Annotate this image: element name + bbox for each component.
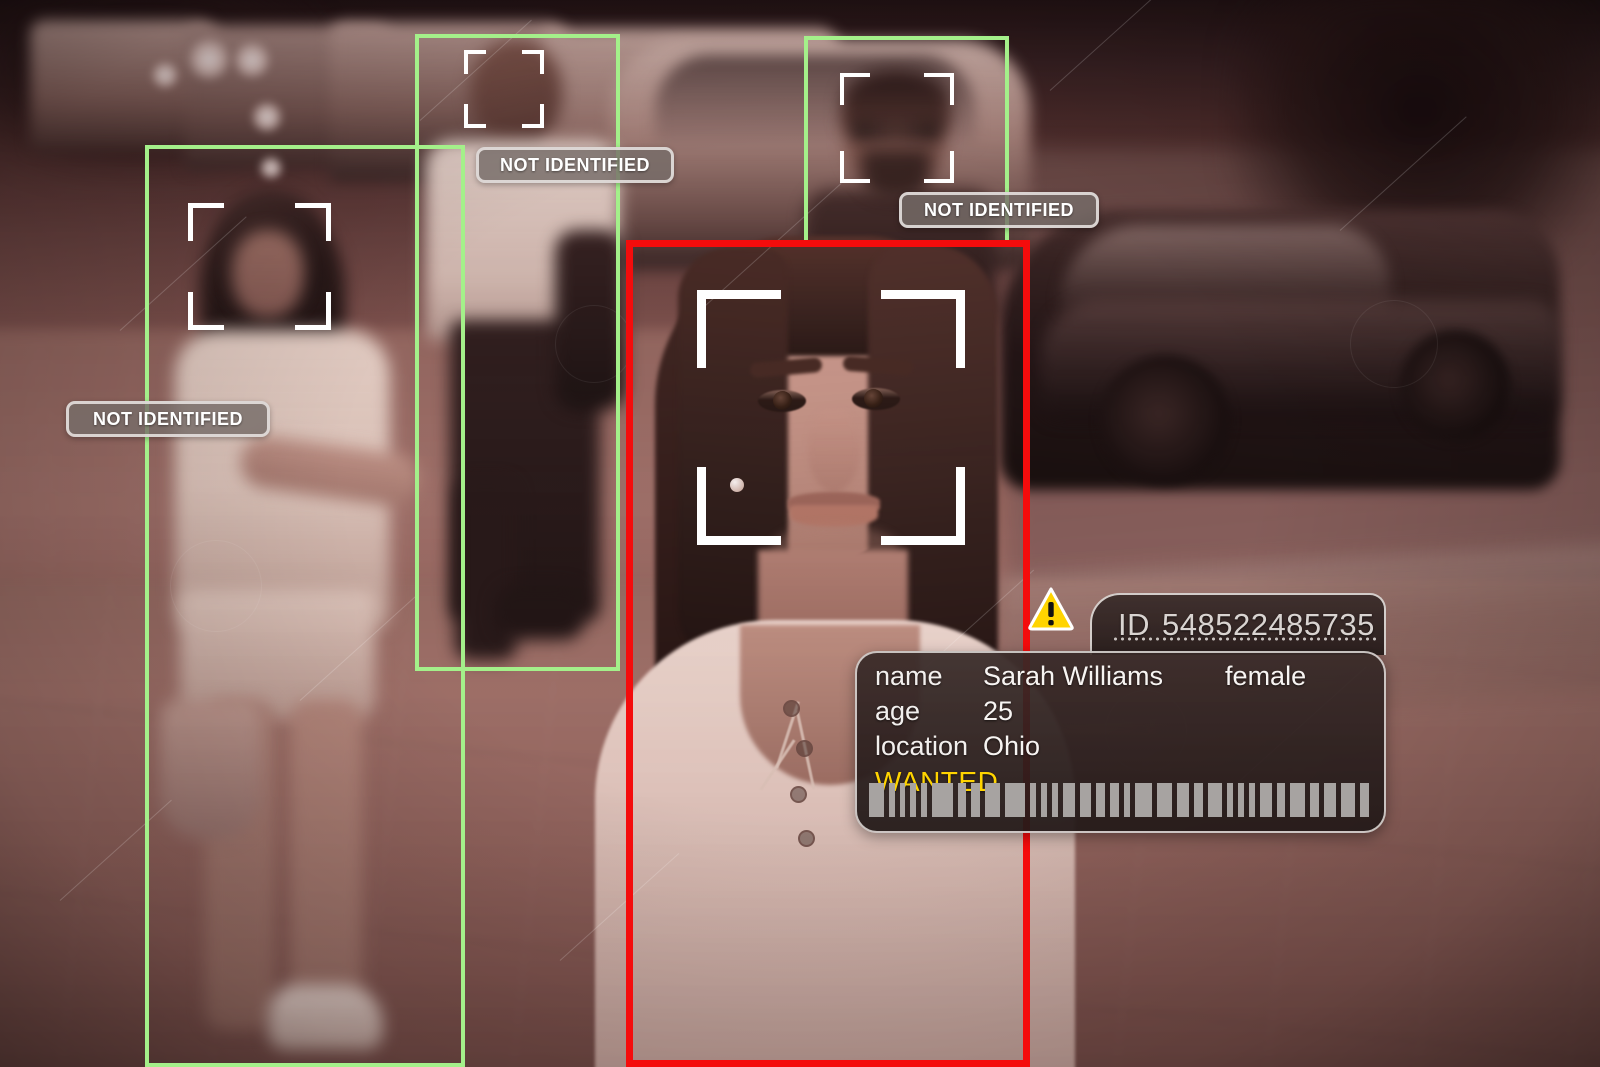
barcode-bar [1052,783,1058,817]
surveillance-screenshot: NOT IDENTIFIED NOT IDENTIFIED NOT IDENTI… [0,0,1600,1067]
barcode-bar [1323,783,1336,817]
id-number-tab: ID 548522485735 [1090,593,1386,655]
subject-info-panel: name Sarah Williams female age 25 locati… [855,651,1386,833]
barcode-bar [1193,783,1203,817]
face-bracket-3 [840,73,954,183]
barcode-bar [1238,783,1244,817]
status-label-unidentified-2: NOT IDENTIFIED [476,147,674,183]
barcode-bar [1004,783,1026,817]
barcode-bar [910,783,917,817]
barcode-bar [888,783,895,817]
info-row-location: location Ohio [875,731,1375,766]
barcode-bar [1110,783,1119,817]
barcode-bar [1248,783,1255,817]
barcode-bar [899,783,906,817]
barcode-bar [1134,783,1153,817]
info-field-list: name Sarah Williams female age 25 locati… [875,661,1375,801]
barcode-bar [1123,783,1130,817]
field-label-location: location [875,731,969,761]
barcode-bar [1157,783,1173,817]
face-bracket-identified [697,290,965,545]
barcode-bar [1207,783,1223,817]
barcode-bar [985,783,1000,817]
status-label-unidentified-1: NOT IDENTIFIED [66,401,270,437]
barcode-bar [1079,783,1092,817]
field-value-location: Ohio [983,731,1041,761]
info-row-name: name Sarah Williams female [875,661,1375,696]
face-bracket-1 [188,203,331,330]
record-barcode [869,783,1374,817]
barcode-bar [932,783,953,817]
warning-triangle-icon [1028,587,1074,631]
barcode-bar [1290,783,1306,817]
barcode-bar [869,783,884,817]
field-label-name: name [875,661,943,691]
face-bracket-2 [464,50,544,128]
detection-box-unidentified-2[interactable] [415,34,620,671]
barcode-bar [1177,783,1189,817]
field-label-age: age [875,696,921,726]
barcode-bar [957,783,967,817]
field-value-name: Sarah Williams [983,661,1164,691]
barcode-bar [1030,783,1037,817]
barcode-bar [1227,783,1234,817]
barcode-bar [921,783,928,817]
barcode-bar [971,783,981,817]
id-divider-dotted [1112,637,1376,641]
status-label-unidentified-3: NOT IDENTIFIED [899,192,1099,228]
barcode-bar [1310,783,1319,817]
barcode-bar [1360,783,1369,817]
info-row-age: age 25 [875,696,1375,731]
barcode-bar [1041,783,1048,817]
field-value-age: 25 [983,696,1014,726]
barcode-bar [1259,783,1272,817]
barcode-bar [1062,783,1075,817]
barcode-bar [1276,783,1286,817]
field-value-sex: female [1225,661,1307,691]
barcode-bar [1096,783,1106,817]
barcode-bar [1340,783,1356,817]
